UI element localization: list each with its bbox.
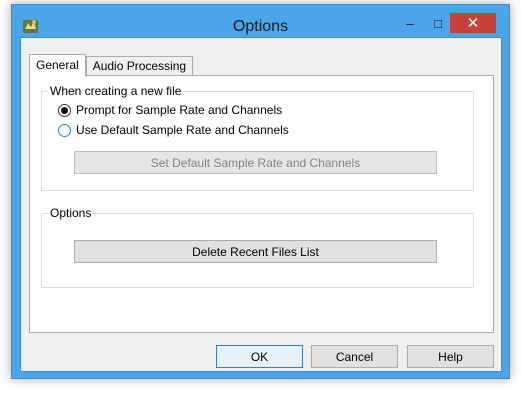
radio-prompt-sample-rate[interactable]: Prompt for Sample Rate and Channels (58, 103, 282, 117)
minimize-button[interactable]: – (397, 13, 423, 33)
radio-use-default-sample-rate[interactable]: Use Default Sample Rate and Channels (58, 123, 289, 137)
general-tab-panel: When creating a new file Prompt for Samp… (29, 75, 494, 333)
radio-checked-icon[interactable] (58, 103, 71, 117)
cancel-button[interactable]: Cancel (311, 345, 398, 368)
options-group-label: Options (48, 206, 94, 220)
radio-use-default-label: Use Default Sample Rate and Channels (76, 123, 289, 137)
new-file-group-label: When creating a new file (48, 84, 184, 98)
help-button[interactable]: Help (407, 345, 494, 368)
set-default-sample-rate-button[interactable]: Set Default Sample Rate and Channels (74, 151, 437, 174)
ok-button[interactable]: OK (216, 345, 303, 368)
radio-unchecked-icon[interactable] (58, 123, 71, 137)
delete-recent-files-button[interactable]: Delete Recent Files List (74, 240, 437, 263)
close-button[interactable]: ✕ (450, 13, 496, 33)
new-file-group: When creating a new file Prompt for Samp… (41, 84, 474, 191)
radio-prompt-label: Prompt for Sample Rate and Channels (76, 103, 283, 117)
options-window: Options – □ ✕ General Audio Processing W… (11, 4, 510, 379)
options-group: Options Delete Recent Files List (41, 206, 474, 288)
tab-audio-processing[interactable]: Audio Processing (85, 56, 194, 76)
dialog-body: General Audio Processing When creating a… (20, 37, 502, 372)
maximize-button[interactable]: □ (425, 13, 451, 33)
tab-general[interactable]: General (29, 54, 86, 77)
tab-strip: General Audio Processing (29, 54, 194, 77)
